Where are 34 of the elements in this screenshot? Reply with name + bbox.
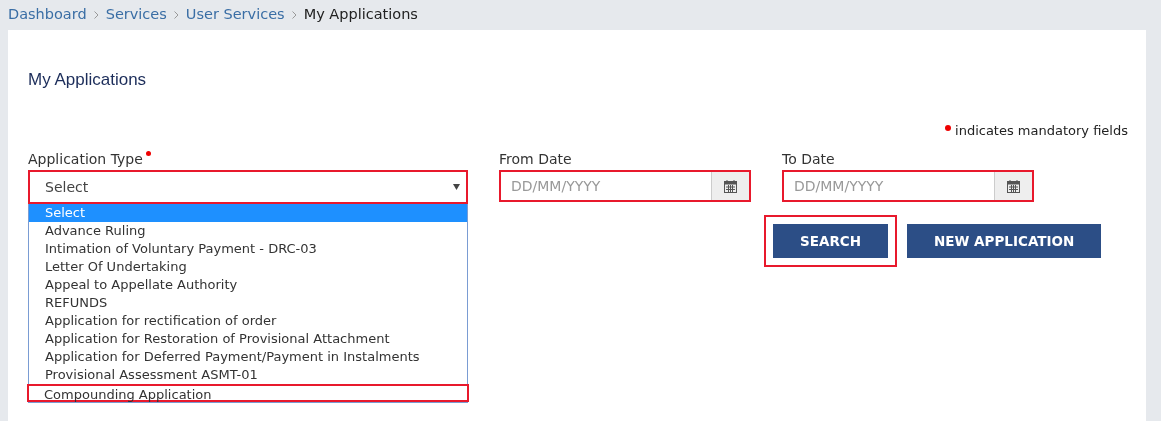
calendar-icon: [724, 179, 737, 193]
chevron-icon: [93, 11, 99, 19]
dropdown-option[interactable]: Application for Deferred Payment/Payment in Instalments: [29, 348, 467, 366]
dropdown-option[interactable]: Compounding Application: [27, 384, 469, 402]
calendar-button[interactable]: [994, 172, 1032, 200]
field-label: From Date: [499, 150, 573, 167]
dropdown-option[interactable]: Application for Restoration of Provisional Attachment: [29, 330, 467, 348]
application-type-select[interactable]: Select: [28, 170, 468, 204]
breadcrumb-link[interactable]: User Services: [185, 4, 285, 26]
dropdown-option[interactable]: Appeal to Appellate Authority: [29, 276, 467, 294]
breadcrumb-current: My Applications: [303, 5, 418, 25]
field-label: To Date: [782, 150, 836, 167]
calendar-icon: [1007, 179, 1020, 193]
dropdown-option[interactable]: Provisional Assessment ASMT-01: [29, 366, 467, 384]
dropdown-option[interactable]: Letter Of Undertaking: [29, 258, 467, 276]
calendar-button[interactable]: [711, 172, 749, 200]
mandatory-note: indicates mandatory fields: [955, 122, 1128, 141]
chevron-icon: [291, 11, 297, 19]
new-application-button[interactable]: NEW APPLICATION: [907, 224, 1102, 258]
search-button[interactable]: SEARCH: [764, 215, 897, 267]
page-title: My Applications: [28, 69, 148, 91]
field-label: Application Type: [28, 150, 143, 169]
date-field-frame[interactable]: DD/MM/YYYY: [499, 170, 751, 202]
dropdown-arrow-icon: [453, 184, 460, 190]
date-field-frame[interactable]: DD/MM/YYYY: [782, 170, 1034, 202]
chevron-icon: [173, 11, 179, 19]
dropdown-option[interactable]: Intimation of Voluntary Payment - DRC-03: [29, 240, 467, 258]
date-field[interactable]: DD/MM/YYYY: [784, 172, 994, 200]
dropdown-option[interactable]: REFUNDS: [29, 294, 467, 312]
date-field[interactable]: DD/MM/YYYY: [501, 172, 711, 200]
breadcrumb-link[interactable]: Services: [105, 4, 167, 26]
dropdown-option[interactable]: Application for rectification of order: [29, 312, 467, 330]
dropdown-option[interactable]: Advance Ruling: [29, 222, 467, 240]
breadcrumb-link[interactable]: Dashboard: [8, 4, 87, 26]
